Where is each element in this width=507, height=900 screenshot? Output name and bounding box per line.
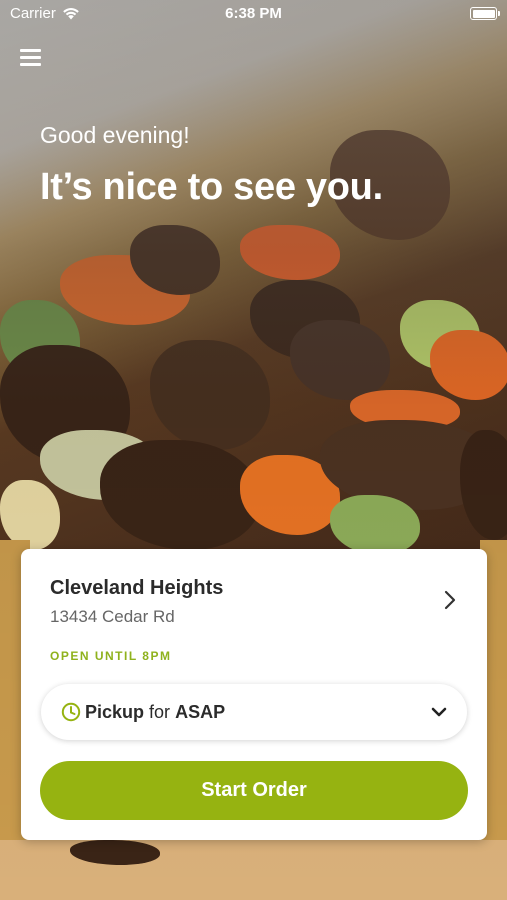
clock-icon — [61, 702, 81, 722]
chevron-right-icon[interactable] — [439, 589, 461, 611]
chevron-down-icon — [431, 707, 447, 717]
status-bar: Carrier 6:38 PM — [0, 0, 507, 28]
location-address: 13434 Cedar Rd — [50, 607, 175, 626]
greeting-text: Good evening! — [40, 122, 190, 148]
headline-text: It’s nice to see you. — [40, 166, 383, 208]
order-connector: for — [149, 702, 171, 722]
hamburger-menu-icon[interactable] — [20, 49, 42, 67]
battery-icon — [470, 7, 500, 20]
hours-status: OPEN UNTIL 8PM — [50, 649, 172, 663]
start-order-button[interactable]: Start Order — [40, 761, 468, 820]
location-name[interactable]: Cleveland Heights — [50, 577, 223, 600]
order-type-selector[interactable]: Pickup for ASAP — [41, 684, 467, 740]
order-method: Pickup — [85, 702, 145, 722]
order-type-text: Pickup for ASAP — [85, 702, 225, 723]
status-time: 6:38 PM — [225, 5, 282, 22]
location-card: Cleveland Heights 13434 Cedar Rd OPEN UN… — [21, 549, 487, 840]
order-time: ASAP — [175, 702, 226, 722]
